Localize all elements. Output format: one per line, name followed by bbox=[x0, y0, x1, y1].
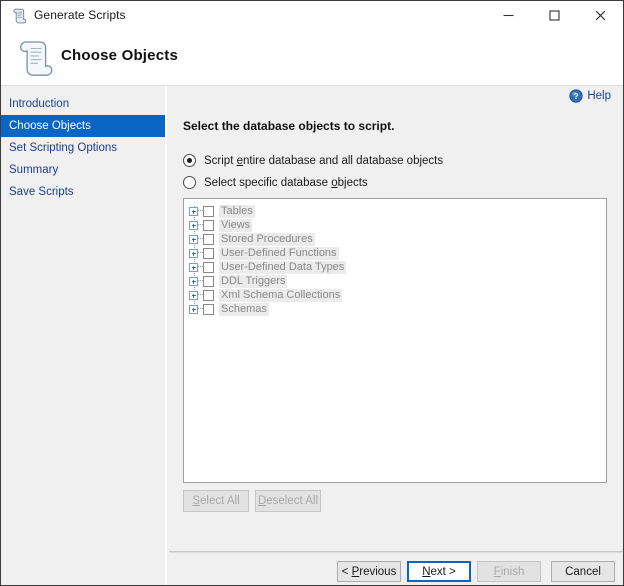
sidebar-item-label: Summary bbox=[9, 164, 59, 176]
radio-label: Select specific database objects bbox=[204, 176, 368, 189]
expand-icon[interactable] bbox=[189, 234, 198, 244]
select-all-button[interactable]: Select All bbox=[183, 490, 249, 512]
svg-text:?: ? bbox=[574, 91, 579, 101]
minimize-button[interactable] bbox=[485, 1, 531, 30]
page-banner: Choose Objects bbox=[1, 31, 623, 86]
sidebar-item-set-scripting-options[interactable]: Set Scripting Options bbox=[1, 137, 165, 159]
sidebar-item-summary[interactable]: Summary bbox=[1, 159, 165, 181]
page-title: Choose Objects bbox=[61, 47, 178, 64]
checkbox[interactable] bbox=[203, 261, 214, 273]
radio-indicator bbox=[183, 154, 196, 167]
wizard-step-sidebar: Introduction Choose Objects Set Scriptin… bbox=[1, 86, 167, 585]
expand-icon[interactable] bbox=[189, 262, 198, 272]
previous-label: < Previous bbox=[341, 565, 397, 578]
tree-item-label: DDL Triggers bbox=[219, 274, 288, 288]
expand-icon[interactable] bbox=[189, 220, 198, 230]
radio-select-specific-objects[interactable]: Select specific database objects bbox=[183, 176, 368, 189]
window-title: Generate Scripts bbox=[34, 8, 126, 22]
radio-script-entire-database[interactable]: Script entire database and all database … bbox=[183, 154, 443, 167]
object-tree-panel[interactable]: Tables Views Stored Procedures User-Defi… bbox=[183, 198, 607, 483]
main-content: ? Help Select the database objects to sc… bbox=[169, 86, 623, 551]
checkbox[interactable] bbox=[203, 289, 214, 301]
expand-icon[interactable] bbox=[189, 304, 198, 314]
help-link[interactable]: ? Help bbox=[569, 89, 611, 103]
tree-row[interactable]: User-Defined Data Types bbox=[184, 260, 606, 274]
checkbox[interactable] bbox=[203, 247, 214, 259]
checkbox[interactable] bbox=[203, 233, 214, 245]
finish-label: Finish bbox=[493, 565, 525, 578]
checkbox[interactable] bbox=[203, 205, 214, 217]
expand-icon[interactable] bbox=[189, 290, 198, 300]
tree-row[interactable]: Schemas bbox=[184, 302, 606, 316]
checkbox[interactable] bbox=[203, 275, 214, 287]
sidebar-item-label: Set Scripting Options bbox=[9, 142, 118, 154]
finish-button[interactable]: Finish bbox=[477, 561, 541, 582]
scroll-icon bbox=[11, 7, 29, 25]
radio-label: Script entire database and all database … bbox=[204, 154, 444, 167]
tree-item-label: Schemas bbox=[219, 302, 269, 316]
help-label: Help bbox=[587, 90, 611, 102]
sidebar-item-introduction[interactable]: Introduction bbox=[1, 93, 165, 115]
cancel-label: Cancel bbox=[565, 565, 601, 578]
tree-row[interactable]: DDL Triggers bbox=[184, 274, 606, 288]
sidebar-item-save-scripts[interactable]: Save Scripts bbox=[1, 181, 165, 203]
expand-icon[interactable] bbox=[189, 248, 198, 258]
tree-row[interactable]: User-Defined Functions bbox=[184, 246, 606, 260]
tree-item-label: User-Defined Data Types bbox=[219, 260, 347, 274]
deselect-all-label: Deselect All bbox=[257, 495, 319, 507]
tree-item-label: Views bbox=[219, 218, 253, 232]
instruction-text: Select the database objects to script. bbox=[183, 119, 395, 133]
scroll-icon bbox=[14, 36, 58, 80]
close-button[interactable] bbox=[577, 1, 623, 30]
tree-row[interactable]: Stored Procedures bbox=[184, 232, 606, 246]
previous-button[interactable]: < Previous bbox=[337, 561, 401, 582]
tree-row[interactable]: Views bbox=[184, 218, 606, 232]
tree-item-label: User-Defined Functions bbox=[219, 246, 339, 260]
tree-item-label: Tables bbox=[219, 204, 255, 218]
tree-row[interactable]: Tables bbox=[184, 204, 606, 218]
sidebar-item-label: Choose Objects bbox=[9, 120, 91, 132]
tree-row[interactable]: Xml Schema Collections bbox=[184, 288, 606, 302]
wizard-footer: < Previous Next > Finish Cancel bbox=[169, 552, 623, 585]
deselect-all-button[interactable]: Deselect All bbox=[255, 490, 321, 512]
sidebar-item-label: Introduction bbox=[9, 98, 70, 110]
question-circle-icon: ? bbox=[569, 89, 583, 103]
tree-item-label: Stored Procedures bbox=[219, 232, 315, 246]
maximize-button[interactable] bbox=[531, 1, 577, 30]
sidebar-item-label: Save Scripts bbox=[9, 186, 74, 198]
generate-scripts-window: Generate Scripts Choose Objects Introduc… bbox=[0, 0, 624, 586]
expand-icon[interactable] bbox=[189, 206, 198, 216]
next-label: Next > bbox=[422, 565, 456, 578]
select-all-label: Select All bbox=[192, 495, 240, 507]
expand-icon[interactable] bbox=[189, 276, 198, 286]
sidebar-item-choose-objects[interactable]: Choose Objects bbox=[1, 115, 165, 137]
checkbox[interactable] bbox=[203, 219, 214, 231]
checkbox[interactable] bbox=[203, 303, 214, 315]
title-bar: Generate Scripts bbox=[1, 1, 623, 32]
radio-indicator bbox=[183, 176, 196, 189]
next-button[interactable]: Next > bbox=[407, 561, 471, 582]
tree-item-label: Xml Schema Collections bbox=[219, 288, 343, 302]
cancel-button[interactable]: Cancel bbox=[551, 561, 615, 582]
